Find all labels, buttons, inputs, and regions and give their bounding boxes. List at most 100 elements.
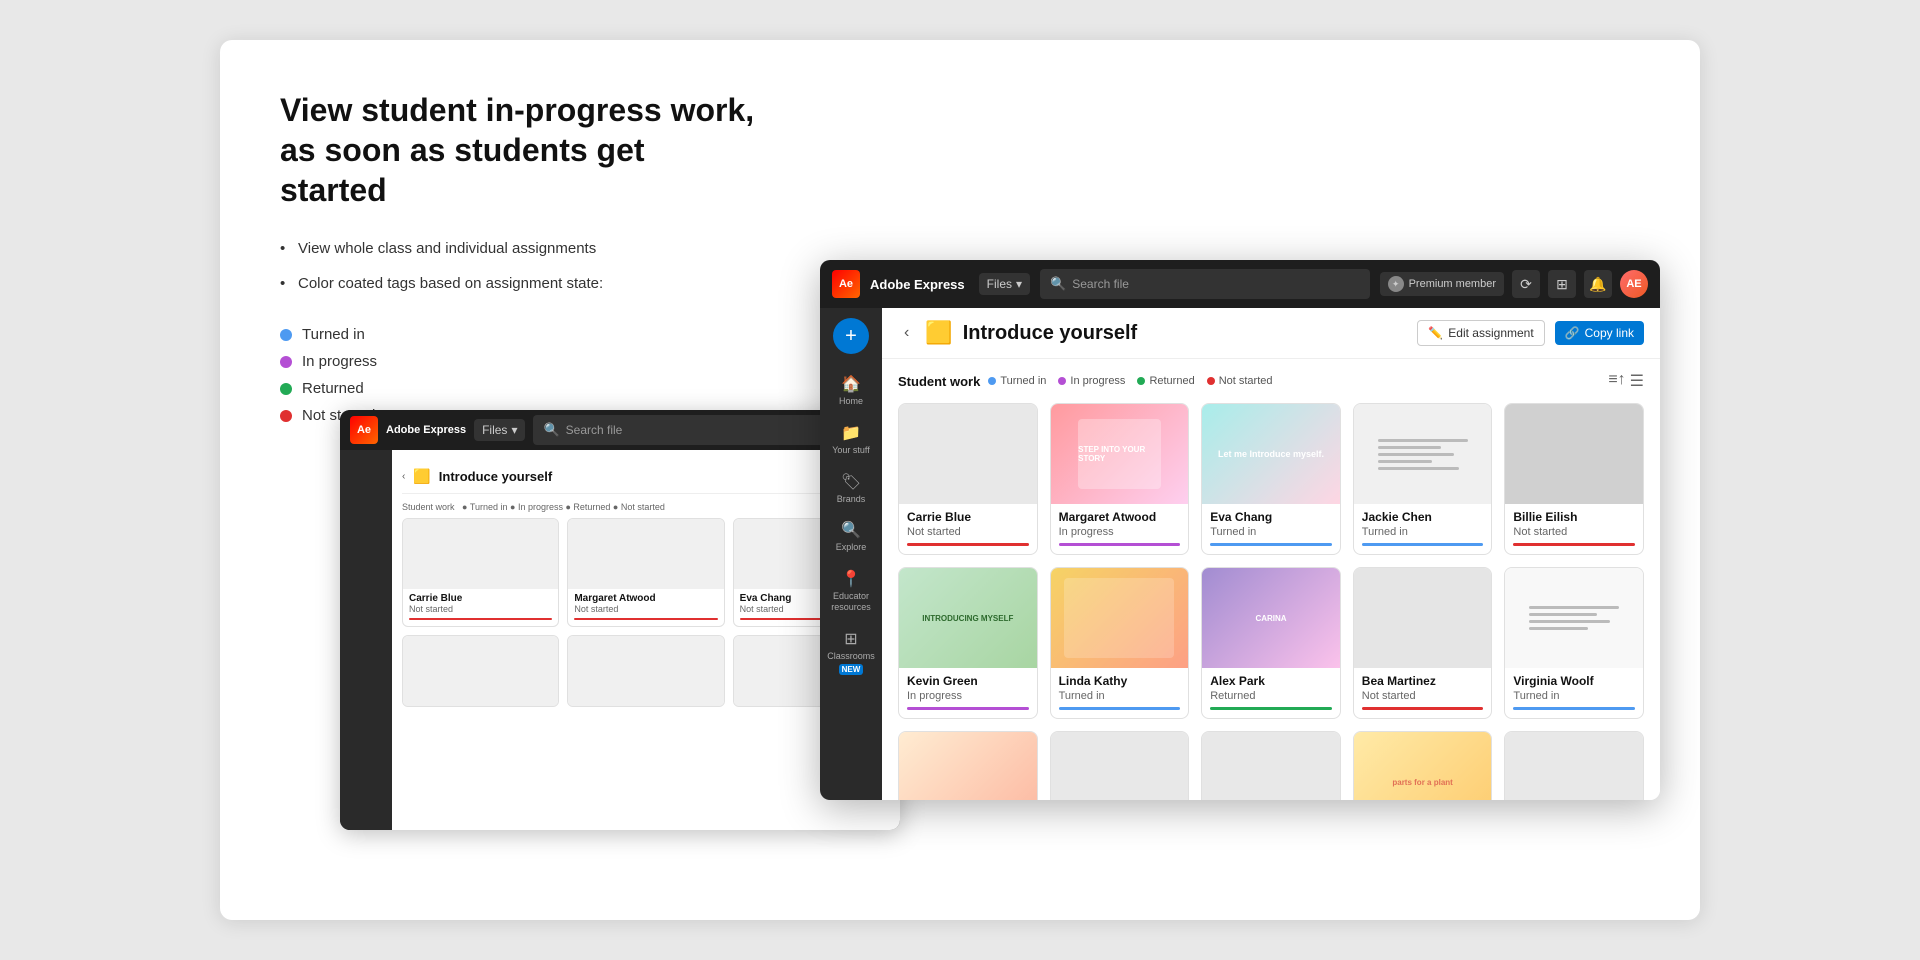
name-jackie-chen: Jackie Chen [1362,510,1484,524]
bg-topbar: Ae Adobe Express Files ▾ 🔍 Search file [340,410,900,450]
bg-student-card-1[interactable]: Carrie Blue Not started [402,518,559,627]
add-button[interactable]: + [833,318,869,354]
sidebar-item-classrooms[interactable]: ⊞ Classrooms NEW [824,623,878,681]
search-icon: 🔍 [1050,276,1066,292]
thumb-row3-2 [1051,732,1189,800]
educator-resources-label: Educator resources [828,591,874,613]
status-virginia-woolf: Turned in [1513,690,1635,702]
search-bar[interactable]: 🔍 Search file [1040,269,1370,299]
sidebar-item-brands[interactable]: 🏷 Brands [824,466,878,511]
user-avatar[interactable]: AE [1620,270,1648,298]
bullet-item-1: View whole class and individual assignme… [280,238,760,259]
student-card-row3-5[interactable] [1504,731,1644,800]
status-billie-eilish: Not started [1513,526,1635,538]
status-bar-jackie-chen [1362,543,1484,546]
student-card-row3-2[interactable] [1050,731,1190,800]
student-card-row3-3[interactable] [1201,731,1341,800]
main-heading: View student in-progress work, as soon a… [280,90,760,210]
brands-icon: 🏷 [841,472,861,492]
section-title: Student work [898,374,980,389]
grid-btn[interactable]: ⊞ [1548,270,1576,298]
bg-card-4[interactable] [402,635,559,707]
adobe-logo: Ae [832,270,860,298]
tag-turned-in: Turned in [280,326,760,343]
status-bea-martinez: Not started [1362,690,1484,702]
sidebar-item-explore[interactable]: 🔍 Explore [824,514,878,559]
bg-thumb-2 [568,519,723,589]
bg-sidebar [340,450,392,830]
status-eva-chang: Turned in [1210,526,1332,538]
bg-thumb-1 [403,519,558,589]
status-linda-kathy: Turned in [1059,690,1181,702]
thumb-row3-4: parts for a plant [1354,732,1492,800]
bg-assignment-title: Introduce yourself [439,469,552,484]
bg-adobe-logo: Ae [350,416,378,444]
not-started-dot [280,410,292,422]
bg-section-label: Student work ● Turned in ● In progress ●… [402,502,890,512]
copy-link-button[interactable]: 🔗 Copy link [1555,321,1644,345]
student-card-row3-1[interactable] [898,731,1038,800]
student-card-eva-chang[interactable]: Let me Introduce myself. Eva Chang Turne… [1201,403,1341,555]
thumb-row3-5 [1505,732,1643,800]
bell-btn[interactable]: 🔔 [1584,270,1612,298]
edit-label: Edit assignment [1448,326,1533,340]
turned-in-label: Turned in [302,326,365,343]
info-margaret-atwood: Margaret Atwood In progress [1051,504,1189,554]
brand-label: Adobe Express [870,277,965,292]
info-billie-eilish: Billie Eilish Not started [1505,504,1643,554]
bg-card-5[interactable] [567,635,724,707]
grid-view-button[interactable]: ☰ [1630,371,1644,391]
student-card-kevin-green[interactable]: INTRODUCING MYSELF Kevin Green In progre… [898,567,1038,719]
student-card-row3-4[interactable]: parts for a plant [1353,731,1493,800]
info-jackie-chen: Jackie Chen Turned in [1354,504,1492,554]
info-eva-chang: Eva Chang Turned in [1202,504,1340,554]
status-alex-park: Returned [1210,690,1332,702]
refresh-btn[interactable]: ⟳ [1512,270,1540,298]
info-kevin-green: Kevin Green In progress [899,668,1037,718]
link-icon: 🔗 [1565,326,1580,340]
legend-returned-dot [1137,377,1145,385]
bg-info-1: Carrie Blue Not started [403,589,558,626]
student-card-margaret-atwood[interactable]: STEP INTO YOUR STORY Margaret Atwood In … [1050,403,1190,555]
bg-student-card-2[interactable]: Margaret Atwood Not started [567,518,724,627]
thumb-row3-3 [1202,732,1340,800]
student-card-carrie-blue[interactable]: Carrie Blue Not started [898,403,1038,555]
bg-assignment-header: ‹ 🟨 Introduce yourself [402,460,890,494]
back-button[interactable]: ‹ [898,322,915,344]
edit-assignment-button[interactable]: ✏️ Edit assignment [1417,320,1544,346]
bg-status-2: Not started [574,604,717,614]
status-bar-linda-kathy [1059,707,1181,710]
topbar-right: ✦ Premium member ⟳ ⊞ 🔔 AE [1380,270,1648,298]
student-card-virginia-woolf[interactable]: Virginia Woolf Turned in [1504,567,1644,719]
thumb-jackie-chen [1354,404,1492,504]
classrooms-label: Classrooms [827,651,875,662]
student-card-linda-kathy[interactable]: Linda Kathy Turned in [1050,567,1190,719]
sidebar-item-educator-resources[interactable]: 📍 Educator resources [824,563,878,619]
explore-label: Explore [836,542,867,553]
sort-view-button[interactable]: ≡↑ [1608,371,1625,391]
returned-label: Returned [302,380,364,397]
info-virginia-woolf: Virginia Woolf Turned in [1505,668,1643,718]
legend-turned-in: Turned in [988,375,1046,387]
status-bar-carrie-blue [907,543,1029,546]
bg-files-dropdown[interactable]: Files ▾ [474,419,525,441]
thumb-kevin-green: INTRODUCING MYSELF [899,568,1037,668]
your-stuff-icon: 📁 [841,423,861,443]
legend: Turned in In progress Returned [988,375,1600,387]
bg-brand-label: Adobe Express [386,424,466,436]
sidebar-item-your-stuff[interactable]: 📁 Your stuff [824,417,878,462]
student-card-billie-eilish[interactable]: Billie Eilish Not started [1504,403,1644,555]
status-bar-bea-martinez [1362,707,1484,710]
thumb-eva-chang: Let me Introduce myself. [1202,404,1340,504]
student-card-bea-martinez[interactable]: Bea Martinez Not started [1353,567,1493,719]
legend-not-started-dot [1207,377,1215,385]
bullet-list: View whole class and individual assignme… [280,238,760,294]
student-card-jackie-chen[interactable]: Jackie Chen Turned in [1353,403,1493,555]
premium-badge[interactable]: ✦ Premium member [1380,272,1504,296]
files-dropdown[interactable]: Files ▾ [979,273,1030,295]
name-eva-chang: Eva Chang [1210,510,1332,524]
thumb-billie-eilish [1505,404,1643,504]
student-card-alex-park[interactable]: CARINA Alex Park Returned [1201,567,1341,719]
sidebar-item-home[interactable]: 🏠 Home [824,368,878,413]
view-toggle: ≡↑ ☰ [1608,371,1644,391]
